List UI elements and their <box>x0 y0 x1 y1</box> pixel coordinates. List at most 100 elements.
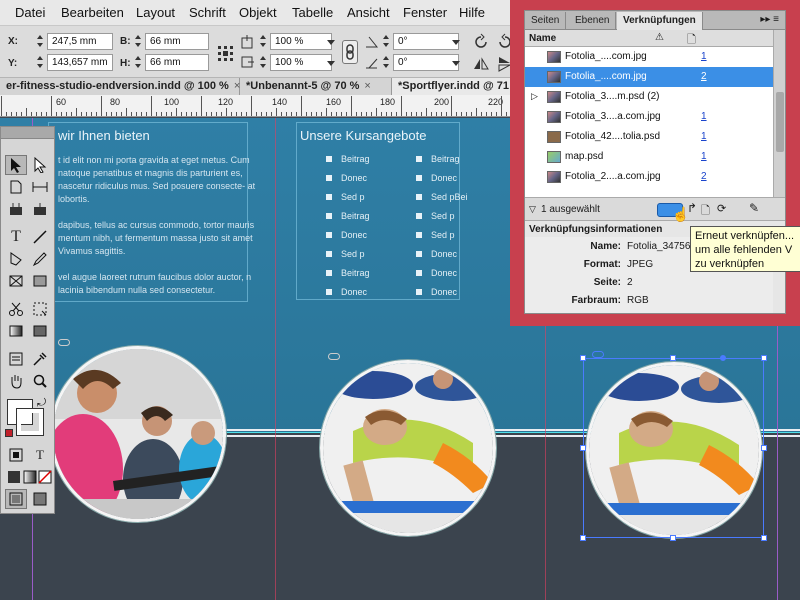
menu-fenster[interactable]: Fenster <box>403 5 447 20</box>
links-scrollbar[interactable] <box>773 30 785 197</box>
gradient-swatch-tool-icon[interactable] <box>5 321 27 341</box>
link-row[interactable]: Fotolia_42....tolia.psd 1 <box>525 127 773 147</box>
default-colors-icon[interactable] <box>5 429 13 437</box>
scissors-tool-icon[interactable] <box>5 299 27 319</box>
link-page[interactable]: 1 <box>701 51 707 62</box>
shear-dropdown-icon[interactable] <box>452 54 460 71</box>
rotation-stepper[interactable] <box>382 33 391 49</box>
eyedropper-tool-icon[interactable] <box>29 349 51 369</box>
link-badge-icon[interactable] <box>58 339 70 346</box>
resize-handle[interactable] <box>761 355 767 361</box>
rectangle-frame-tool-icon[interactable] <box>5 271 27 291</box>
link-row[interactable]: map.psd 1 <box>525 147 773 167</box>
resize-handle[interactable] <box>580 355 586 361</box>
scrollbar-thumb[interactable] <box>776 92 784 152</box>
resize-handle[interactable] <box>761 535 767 541</box>
b-stepper[interactable] <box>134 33 143 49</box>
rotation-dropdown-icon[interactable] <box>452 33 460 50</box>
shear-stepper[interactable] <box>382 54 391 70</box>
resize-handle[interactable] <box>761 445 767 451</box>
flip-horizontal-icon[interactable] <box>472 55 490 73</box>
height-field[interactable] <box>145 54 209 71</box>
rectangle-tool-icon[interactable] <box>29 271 51 291</box>
formatting-container-icon[interactable] <box>5 445 27 465</box>
content-placer-icon[interactable] <box>29 199 51 219</box>
zoom-tool-icon[interactable] <box>29 371 51 391</box>
rotation-field[interactable] <box>393 33 459 50</box>
menu-objekt[interactable]: Objekt <box>239 5 277 20</box>
link-badge-icon[interactable] <box>328 353 340 360</box>
resize-handle[interactable] <box>670 535 676 541</box>
menu-tabelle[interactable]: Tabelle <box>292 5 333 20</box>
tab-ebenen[interactable]: Ebenen <box>569 12 617 30</box>
gradient-feather-tool-icon[interactable] <box>29 321 51 341</box>
tab-verknuepfungen[interactable]: Verknüpfungen <box>617 12 703 30</box>
reference-point-icon[interactable] <box>216 44 234 62</box>
resize-handle[interactable] <box>580 535 586 541</box>
tab-sportflyer[interactable]: *Sportflyer.indd @ 71 <box>392 78 520 95</box>
content-grabber-icon[interactable] <box>720 355 726 361</box>
width-field[interactable] <box>145 33 209 50</box>
hand-tool-icon[interactable] <box>5 371 27 391</box>
column-name[interactable]: Name <box>529 33 556 44</box>
link-row[interactable]: Fotolia_....com.jpg 1 <box>525 47 773 67</box>
menu-bearbeiten[interactable]: Bearbeiten <box>61 5 124 20</box>
link-row[interactable]: ▷ Fotolia_3....m.psd (2) <box>525 87 773 107</box>
constrain-proportions-icon[interactable] <box>342 40 358 64</box>
tools-panel-header[interactable] <box>1 127 54 139</box>
normal-view-mode-icon[interactable] <box>5 489 27 509</box>
link-row-selected[interactable]: Fotolia_....com.jpg 2 <box>525 67 773 87</box>
shear-field[interactable] <box>393 54 459 71</box>
menu-datei[interactable]: Datei <box>15 5 45 20</box>
link-page[interactable]: 1 <box>701 111 707 122</box>
link-page[interactable]: 2 <box>701 171 707 182</box>
swap-colors-icon[interactable]: ⤾ <box>37 397 46 410</box>
scale-x-dropdown-icon[interactable] <box>327 33 335 50</box>
menu-schrift[interactable]: Schrift <box>189 5 226 20</box>
link-row[interactable]: Fotolia_3....a.com.jpg 1 <box>525 107 773 127</box>
x-stepper[interactable] <box>36 33 45 49</box>
type-tool-icon[interactable]: T <box>5 227 27 247</box>
content-collector-icon[interactable] <box>5 199 27 219</box>
resize-handle[interactable] <box>580 445 586 451</box>
close-icon[interactable]: × <box>364 80 370 92</box>
free-transform-tool-icon[interactable] <box>29 299 51 319</box>
tab-unbenannt[interactable]: *Unbenannt-5 @ 70 % × <box>240 78 392 95</box>
link-badge-icon[interactable] <box>592 351 604 358</box>
update-all-icon[interactable]: ⟳ <box>717 202 726 215</box>
scale-x-field[interactable] <box>270 33 332 50</box>
resize-handle[interactable] <box>670 355 676 361</box>
link-row[interactable]: Fotolia_2....a.com.jpg 2 <box>525 167 773 187</box>
panel-menu-icon[interactable]: ▸▸ ≡ <box>760 14 779 25</box>
update-link-icon[interactable]: 🗋 <box>701 202 710 221</box>
link-page[interactable]: 2 <box>701 71 707 82</box>
h-stepper[interactable] <box>134 54 143 70</box>
selection-tool-icon[interactable] <box>5 155 27 175</box>
line-tool-icon[interactable] <box>29 227 51 247</box>
link-page[interactable]: 1 <box>701 151 707 162</box>
preview-mode-icon[interactable] <box>29 489 51 509</box>
scale-y-stepper[interactable] <box>259 54 268 70</box>
edit-original-icon[interactable]: ✎ <box>749 201 759 215</box>
pencil-tool-icon[interactable] <box>29 249 51 269</box>
status-column-icon[interactable]: ⚠ <box>655 32 664 43</box>
disclosure-arrow-icon[interactable]: ▽ <box>529 204 536 215</box>
image-frame-plank-1[interactable] <box>320 360 496 536</box>
y-field[interactable] <box>47 54 113 71</box>
stroke-swatch[interactable] <box>16 408 44 436</box>
scale-y-dropdown-icon[interactable] <box>327 54 335 71</box>
expand-arrow-icon[interactable]: ▷ <box>531 91 538 102</box>
tab-seiten[interactable]: Seiten <box>525 12 567 30</box>
menu-ansicht[interactable]: Ansicht <box>347 5 390 20</box>
formatting-text-icon[interactable]: T <box>29 445 51 465</box>
pen-tool-icon[interactable] <box>5 249 27 269</box>
page-tool-icon[interactable] <box>5 177 27 197</box>
note-tool-icon[interactable] <box>5 349 27 369</box>
link-page[interactable]: 1 <box>701 131 707 142</box>
scale-y-field[interactable] <box>270 54 332 71</box>
direct-selection-tool-icon[interactable] <box>29 155 51 175</box>
rotate-cw-icon[interactable] <box>472 33 490 51</box>
menu-layout[interactable]: Layout <box>136 5 175 20</box>
y-stepper[interactable] <box>36 54 45 70</box>
gap-tool-icon[interactable] <box>29 177 51 197</box>
